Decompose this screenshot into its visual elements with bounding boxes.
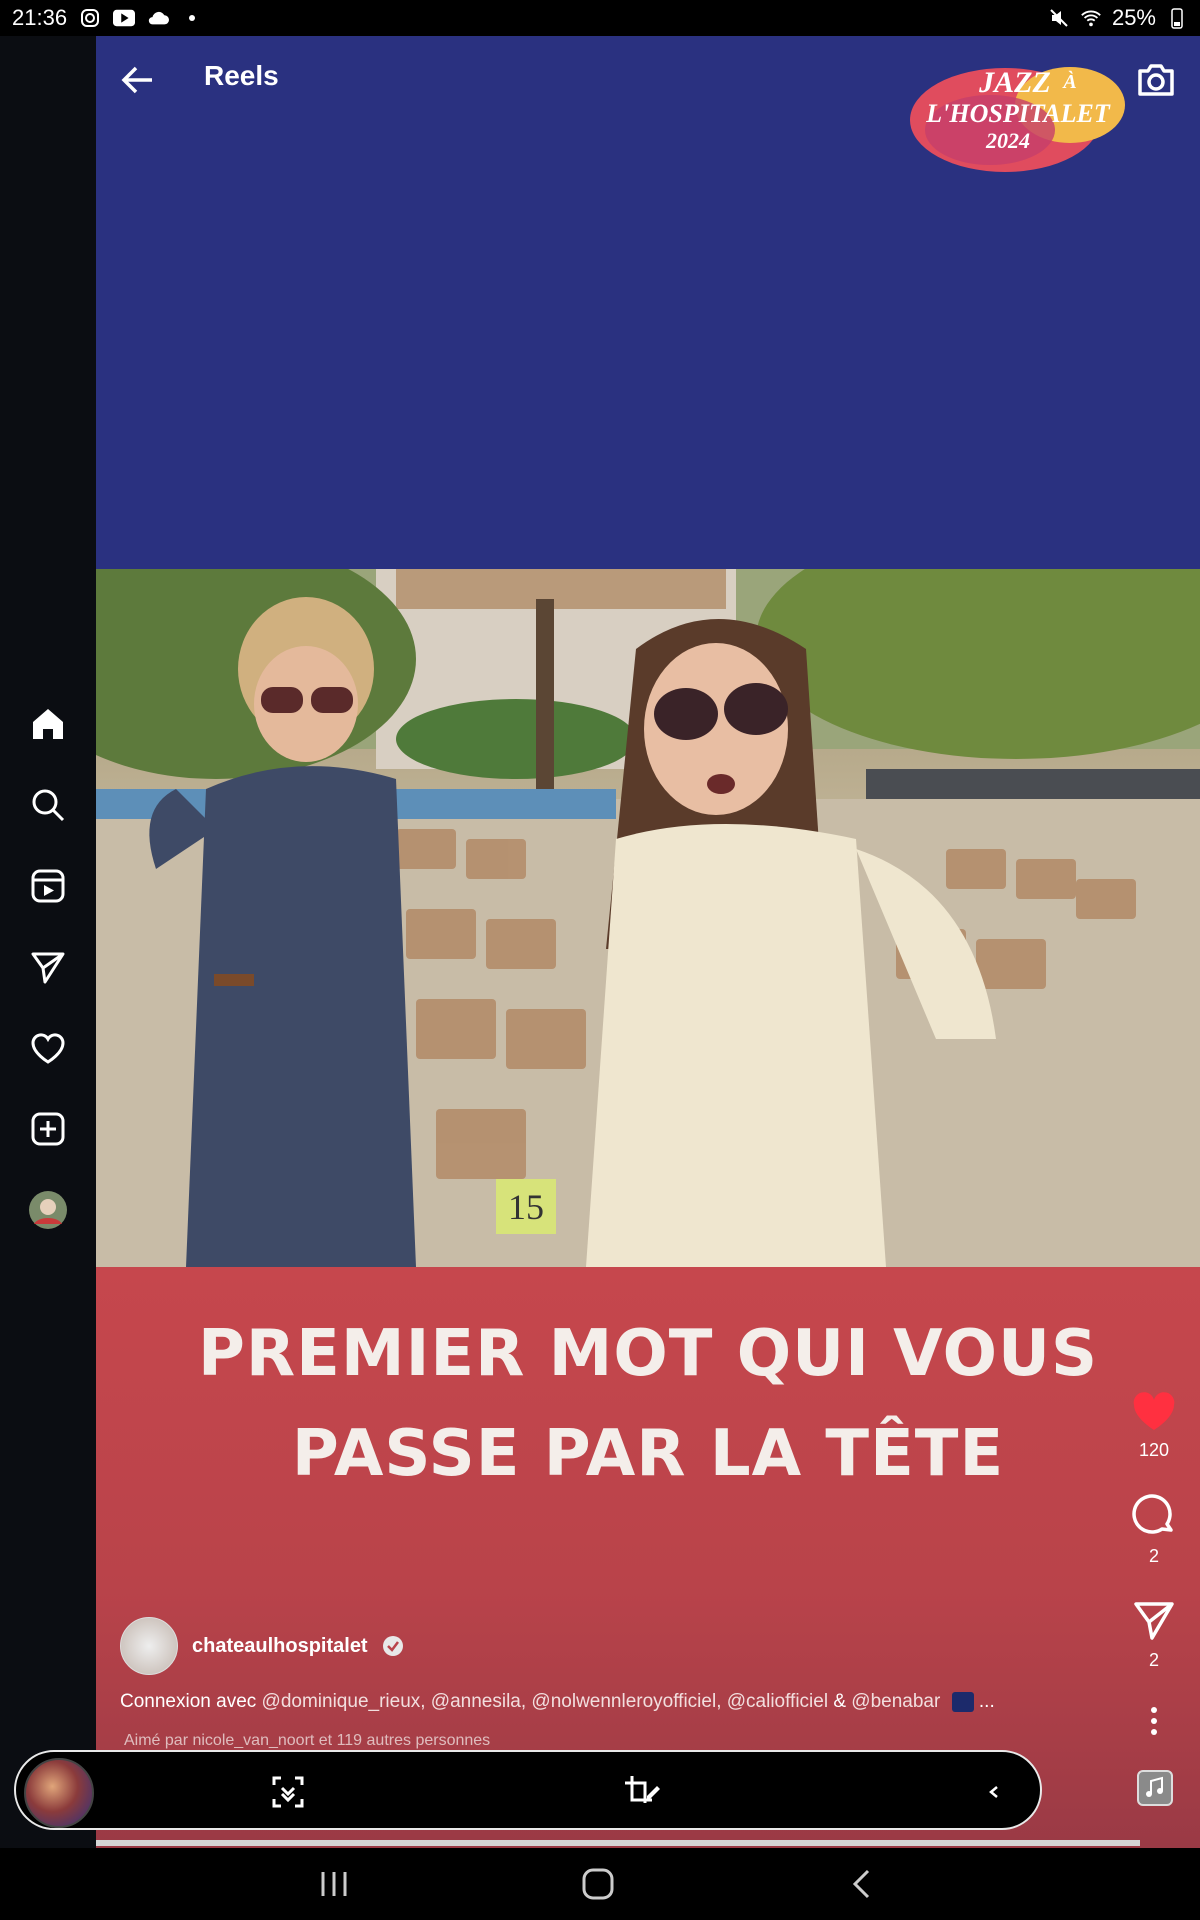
logo-hospitalet: L'HOSPITALET (925, 99, 1111, 128)
status-bar: 21:36 25% (0, 0, 1200, 36)
liked-by-text[interactable]: Aimé par nicole_van_noort et 119 autres … (124, 1732, 490, 1750)
caption-more[interactable]: ... (974, 1691, 995, 1712)
jazz-hospitalet-logo: JAZZ À L'HOSPITALET 2024 (910, 66, 1125, 172)
share-action[interactable]: 2 (1124, 1598, 1184, 1671)
like-action[interactable]: 120 (1124, 1392, 1184, 1461)
caption[interactable]: Connexion avec @dominique_rieux, @annesi… (120, 1691, 995, 1713)
scan-icon[interactable] (268, 1772, 308, 1812)
logo-year: 2024 (985, 128, 1030, 153)
profile-avatar[interactable] (24, 1186, 72, 1234)
home-button-icon[interactable] (578, 1864, 618, 1904)
system-navigation-bar (0, 1848, 1200, 1920)
video-progress-bar[interactable] (96, 1840, 1140, 1846)
youtube-icon (113, 7, 136, 29)
wifi-icon (1080, 7, 1102, 29)
comment-icon[interactable] (1132, 1494, 1176, 1538)
collapse-chevron-icon[interactable] (974, 1772, 1014, 1812)
heart-filled-icon[interactable] (1132, 1392, 1176, 1432)
video-headline: PREMIER MOT QUI VOUS PASSE PAR LA TÊTE (96, 1304, 1200, 1504)
activity-heart-icon[interactable] (24, 1024, 72, 1072)
side-navigation (0, 36, 96, 1848)
comment-action[interactable]: 2 (1124, 1494, 1184, 1567)
author-avatar[interactable] (120, 1617, 178, 1675)
page-title: Reels (204, 60, 279, 91)
seat-number: 15 (508, 1187, 544, 1227)
video-scene-illustration: 15 (96, 569, 1200, 1267)
home-icon[interactable] (24, 700, 72, 748)
comment-count: 2 (1148, 1546, 1159, 1566)
reels-icon[interactable] (24, 862, 72, 910)
share-count: 2 (1148, 1650, 1159, 1670)
battery-percent: 25% (1111, 5, 1156, 30)
search-icon[interactable] (24, 781, 72, 829)
caption-prefix: Connexion avec (120, 1691, 262, 1712)
headline-line-1: PREMIER MOT QUI VOUS (197, 1317, 1099, 1391)
author-username[interactable]: chateaulhospitalet (192, 1635, 368, 1658)
verified-badge-icon (382, 1636, 403, 1656)
recent-apps-icon[interactable] (314, 1864, 354, 1904)
status-time: 21:36 (12, 5, 68, 30)
instagram-icon (79, 7, 101, 29)
share-send-icon[interactable] (1132, 1598, 1176, 1642)
author-row[interactable]: chateaulhospitalet (120, 1617, 404, 1675)
dot-icon (181, 7, 203, 29)
direct-messages-icon[interactable] (24, 943, 72, 991)
more-options-icon[interactable] (1124, 1706, 1184, 1736)
create-post-icon[interactable] (24, 1105, 72, 1153)
back-nav-icon[interactable] (842, 1864, 882, 1904)
media-thumbnail[interactable] (24, 1758, 94, 1828)
caption-last-mention[interactable]: @benabar (851, 1691, 940, 1712)
mute-icon (1048, 7, 1070, 29)
battery-icon (1166, 7, 1188, 29)
caption-amp: & (828, 1691, 852, 1712)
caption-mentions[interactable]: @dominique_rieux, @annesila, @nolwennler… (262, 1691, 829, 1712)
logo-jazz: JAZZ (978, 66, 1051, 99)
video-frame: 15 (96, 569, 1200, 1267)
audio-track-icon[interactable] (1137, 1770, 1173, 1806)
crop-edit-icon[interactable] (622, 1772, 662, 1812)
like-count: 120 (1138, 1440, 1170, 1460)
sparkle-emoji-icon (951, 1691, 974, 1712)
floating-media-bar (14, 1750, 1042, 1830)
back-arrow-icon[interactable] (118, 60, 158, 100)
logo-a: À (1061, 70, 1076, 93)
cloud-icon (147, 7, 170, 29)
reel-video[interactable]: 15 PREMIER MOT QUI VOUS PASSE PAR LA TÊT… (96, 36, 1200, 1848)
camera-icon[interactable] (1134, 58, 1178, 102)
headline-line-2: PASSE PAR LA TÊTE (291, 1417, 1005, 1491)
